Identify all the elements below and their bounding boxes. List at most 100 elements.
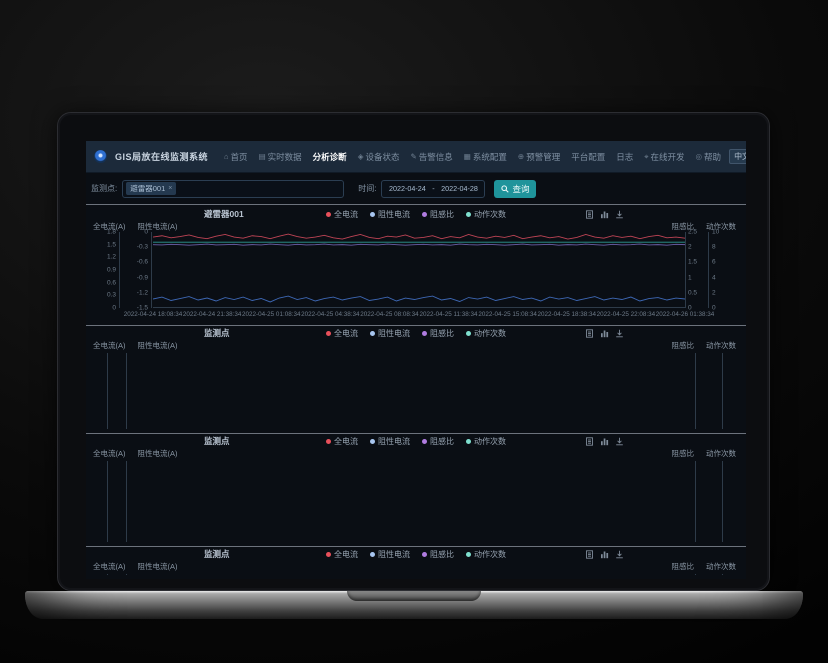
legend-dot [326,212,331,217]
search-button[interactable]: 查询 [494,180,536,198]
axis-names-row: 全电流(A)阻性电流(A) 阻感比动作次数 [86,448,746,459]
y-tick-label: 0 [112,305,116,312]
bar-chart-icon[interactable] [600,329,609,338]
chart-plot-area: 1.81.51.20.90.60.30 0-0.3-0.6-0.9-1.2-1.… [86,232,746,308]
warning-management-icon: ⊕ [518,152,524,161]
monitor-point-input[interactable]: 避雷器001 × [122,180,344,198]
y-tick-label: 1.2 [107,254,116,261]
data-view-icon[interactable] [585,550,594,559]
legend-item-impedance-ratio[interactable]: 阻感比 [422,549,454,560]
data-view-icon[interactable] [585,329,594,338]
legend-dot [422,552,427,557]
legend-item-total-current[interactable]: 全电流 [326,436,358,447]
series-plot [153,232,685,308]
app-logo-icon [94,150,107,163]
y-tick-label: -1.2 [137,289,148,296]
legend-dot [370,212,375,217]
x-tick-label: 2022-04-25 18:38:34 [538,311,596,318]
y-tick-label: 1.5 [688,259,697,266]
date-end-value[interactable]: 2022-04-28 [441,184,478,193]
nav-item-home[interactable]: ⌂首页 [224,151,248,163]
data-view-icon[interactable] [585,437,594,446]
legend-item-resistive-current[interactable]: 阻性电流 [370,549,410,560]
nav-item-system-config[interactable]: ▦系统配置 [464,151,507,163]
chart-legend: 全电流 阻性电流 阻感比 动作次数 [326,549,506,560]
panel-header: 监测点 全电流 阻性电流 阻感比 动作次数 [86,547,746,561]
axis-names-row: 全电流(A)阻性电流(A) 阻感比动作次数 [86,340,746,351]
chart-panel-3: 监测点 全电流 阻性电流 阻感比 动作次数 全电流(A)阻性电流(A) [86,434,746,546]
nav-item-help[interactable]: ◎帮助 [696,151,722,163]
nav-item-online-dev[interactable]: ⌖在线开发 [644,151,684,163]
panel-header: 避雷器001 全电流 阻性电流 阻感比 动作次数 [86,207,746,221]
legend-item-resistive-current[interactable]: 阻性电流 [370,436,410,447]
legend-item-impedance-ratio[interactable]: 阻感比 [422,209,454,220]
series-line-impedance-ratio [153,244,685,245]
x-tick-label: 2022-04-25 01:08:34 [242,311,300,318]
axis-line [107,353,108,429]
download-icon[interactable] [615,437,624,446]
axis-line [685,232,686,308]
empty-plot-area [86,351,746,433]
legend-dot [466,439,471,444]
chart-legend: 全电流 阻性电流 阻感比 动作次数 [326,209,506,220]
legend-dot [370,552,375,557]
legend-item-resistive-current[interactable]: 阻性电流 [370,328,410,339]
legend-item-total-current[interactable]: 全电流 [326,328,358,339]
nav-item-platform-config[interactable]: 平台配置 [571,151,605,163]
y-tick-label: 6 [712,259,716,266]
chart-legend: 全电流 阻性电流 阻感比 动作次数 [326,436,506,447]
download-icon[interactable] [615,329,624,338]
x-axis-labels: 2022-04-24 18:08:342022-04-24 21:38:3420… [153,308,685,320]
x-tick-label: 2022-04-24 21:38:34 [183,311,241,318]
nav-item-warning-management[interactable]: ⊕预警管理 [518,151,560,163]
laptop-bezel: GIS局放在线监测系统 ⌂首页 ▤实时数据 分析诊断 ◈设备状态 ✎告警信息 ▦… [57,112,770,591]
legend-item-total-current[interactable]: 全电流 [326,209,358,220]
legend-item-action-count[interactable]: 动作次数 [466,436,506,447]
nav-item-analysis-diagnosis[interactable]: 分析诊断 [313,151,347,163]
main-menu: ⌂首页 ▤实时数据 分析诊断 ◈设备状态 ✎告警信息 ▦系统配置 ⊕预警管理 平… [224,151,721,163]
panel-header: 监测点 全电流 阻性电流 阻感比 动作次数 [86,434,746,448]
legend-item-action-count[interactable]: 动作次数 [466,328,506,339]
nav-item-realtime-data[interactable]: ▤实时数据 [259,151,302,163]
x-tick-label: 2022-04-25 04:38:34 [301,311,359,318]
date-range-picker[interactable]: 2022-04-24 - 2022-04-28 [381,180,485,198]
download-icon[interactable] [615,550,624,559]
tag-remove-icon[interactable]: × [168,185,172,192]
nav-item-alarm-info[interactable]: ✎告警信息 [410,151,452,163]
nav-item-logs[interactable]: 日志 [616,151,633,163]
bar-chart-icon[interactable] [600,550,609,559]
chart-toolbox [585,550,624,559]
empty-plot-area [86,459,746,546]
language-select[interactable]: 中文 ∨ [729,149,746,164]
legend-dot [466,212,471,217]
bar-chart-icon[interactable] [600,210,609,219]
legend-dot [370,331,375,336]
backdrop: GIS局放在线监测系统 ⌂首页 ▤实时数据 分析诊断 ◈设备状态 ✎告警信息 ▦… [0,0,828,663]
legend-dot [370,439,375,444]
y-tick-label: 0.6 [107,279,116,286]
legend-item-impedance-ratio[interactable]: 阻感比 [422,436,454,447]
axis-line [722,574,723,575]
bar-chart-icon[interactable] [600,437,609,446]
y-tick-label: 1.5 [107,241,116,248]
legend-item-action-count[interactable]: 动作次数 [466,549,506,560]
chart-toolbox [585,437,624,446]
nav-item-device-status[interactable]: ◈设备状态 [358,151,400,163]
x-tick-label: 2022-04-26 01:38:34 [656,311,714,318]
laptop-notch [347,591,481,601]
date-start-value[interactable]: 2022-04-24 [389,184,426,193]
legend-item-total-current[interactable]: 全电流 [326,549,358,560]
legend-item-action-count[interactable]: 动作次数 [466,209,506,220]
panel-title: 避雷器001 [204,208,244,220]
axis-line [695,353,696,429]
y-tick-label: 0.3 [107,292,116,299]
legend-item-impedance-ratio[interactable]: 阻感比 [422,328,454,339]
selected-point-tag[interactable]: 避雷器001 × [126,182,176,195]
axis-line [722,353,723,429]
search-icon [501,185,509,193]
legend-item-resistive-current[interactable]: 阻性电流 [370,209,410,220]
data-view-icon[interactable] [585,210,594,219]
y-axis-total-current: 1.81.51.20.90.60.30 [92,232,116,308]
navbar-right: 中文 ∨ 欢迎您, 管理员 [729,149,746,164]
download-icon[interactable] [615,210,624,219]
